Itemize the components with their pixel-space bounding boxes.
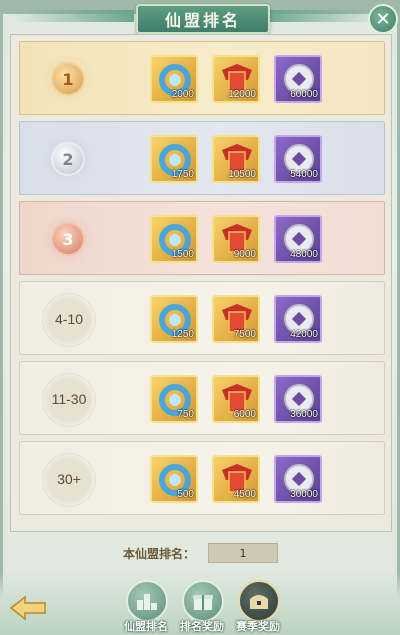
reward-item-dragon-jade[interactable]: 750 <box>150 375 198 423</box>
reward-quantity: 10500 <box>228 169 256 180</box>
reward-quantity: 6000 <box>233 409 256 420</box>
tab-label: 排名奖励 <box>180 620 224 633</box>
my-rank-label: 本仙盟排名： <box>123 547 196 561</box>
reward-quantity: 12000 <box>228 89 256 100</box>
reward-item-silver-coin[interactable]: 54000 <box>274 135 322 183</box>
title-ornament-left <box>14 10 134 22</box>
gold-medal-icon: 1 <box>42 53 94 105</box>
back-arrow-icon <box>9 595 46 621</box>
reward-row-rank-11-30: 11-30 750 6000 36000 <box>19 361 385 435</box>
reward-item-silver-coin[interactable]: 30000 <box>274 455 322 503</box>
reward-quantity: 2000 <box>171 89 194 100</box>
reward-item-silver-coin[interactable]: 42000 <box>274 295 322 343</box>
reward-row-rank-4-10: 4-10 1250 7500 42000 <box>19 281 385 355</box>
reward-quantity: 48000 <box>290 249 318 260</box>
reward-item-dragon-jade[interactable]: 1750 <box>150 135 198 183</box>
reward-row-rank-1: 1 2000 12000 60000 <box>19 41 385 115</box>
back-button[interactable] <box>6 588 52 628</box>
reward-item-silver-coin[interactable]: 60000 <box>274 55 322 103</box>
tab-season-rewards[interactable]: 赛季奖励 <box>232 580 284 633</box>
bronze-medal-icon: 3 <box>42 213 94 265</box>
my-rank-value: 1 <box>208 543 278 563</box>
reward-item-contribution-token[interactable]: 4500 <box>212 455 260 503</box>
rank-range-label: 30+ <box>57 471 81 487</box>
reward-quantity: 750 <box>177 409 194 420</box>
ranking-reward-panel: 1 2000 12000 60000 2 1750 10500 54000 3 … <box>10 34 392 532</box>
reward-item-contribution-token[interactable]: 9000 <box>212 215 260 263</box>
reward-item-silver-coin[interactable]: 36000 <box>274 375 322 423</box>
silver-medal-icon: 2 <box>42 133 94 185</box>
reward-item-contribution-token[interactable]: 12000 <box>212 55 260 103</box>
reward-quantity: 1500 <box>171 249 194 260</box>
chest-icon <box>238 580 280 622</box>
reward-quantity: 42000 <box>290 329 318 340</box>
reward-item-dragon-jade[interactable]: 500 <box>150 455 198 503</box>
gift-icon <box>182 580 224 622</box>
reward-item-contribution-token[interactable]: 7500 <box>212 295 260 343</box>
rank-range-label: 11-30 <box>51 391 87 407</box>
reward-quantity: 36000 <box>290 409 318 420</box>
ranking-icon <box>126 580 168 622</box>
reward-quantity: 1250 <box>171 329 194 340</box>
reward-row-rank-30-plus: 30+ 500 4500 30000 <box>19 441 385 515</box>
tab-label: 仙盟排名 <box>124 620 168 633</box>
reward-item-contribution-token[interactable]: 10500 <box>212 135 260 183</box>
reward-quantity: 4500 <box>233 489 256 500</box>
tab-alliance-ranking[interactable]: 仙盟排名 <box>120 580 172 633</box>
rank-number: 2 <box>51 142 85 176</box>
title-ornament-right <box>262 10 382 22</box>
reward-quantity: 500 <box>177 489 194 500</box>
rank-range-label: 4-10 <box>54 311 84 327</box>
close-button[interactable]: ✕ <box>368 4 398 34</box>
tab-ranking-rewards[interactable]: 排名奖励 <box>176 580 228 633</box>
rank-number: 1 <box>51 62 85 96</box>
reward-item-dragon-jade[interactable]: 1500 <box>150 215 198 263</box>
reward-quantity: 54000 <box>290 169 318 180</box>
reward-quantity: 30000 <box>290 489 318 500</box>
reward-item-contribution-token[interactable]: 6000 <box>212 375 260 423</box>
tab-label: 赛季奖励 <box>236 620 280 633</box>
reward-item-dragon-jade[interactable]: 2000 <box>150 55 198 103</box>
reward-item-dragon-jade[interactable]: 1250 <box>150 295 198 343</box>
reward-quantity: 1750 <box>171 169 194 180</box>
page-title: 仙盟排名 <box>136 4 270 34</box>
reward-quantity: 7500 <box>233 329 256 340</box>
reward-row-rank-2: 2 1750 10500 54000 <box>19 121 385 195</box>
reward-quantity: 60000 <box>290 89 318 100</box>
reward-item-silver-coin[interactable]: 48000 <box>274 215 322 263</box>
reward-quantity: 9000 <box>233 249 256 260</box>
close-icon: ✕ <box>375 8 391 30</box>
reward-row-rank-3: 3 1500 9000 48000 <box>19 201 385 275</box>
rank-number: 3 <box>51 222 85 256</box>
